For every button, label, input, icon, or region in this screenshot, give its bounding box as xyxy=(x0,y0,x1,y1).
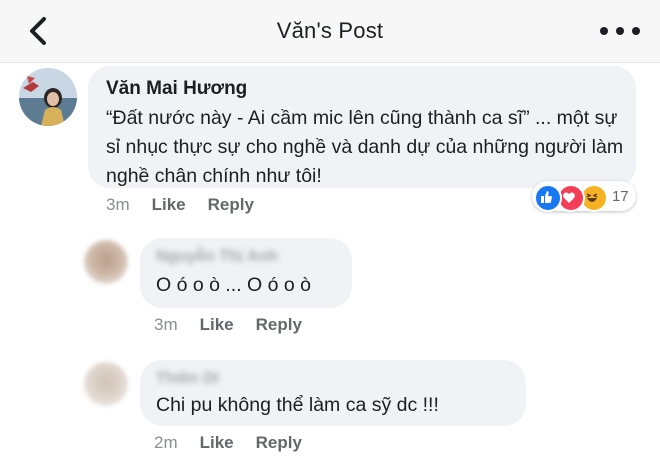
comment-author[interactable]: Nguyễn Thị Anh xyxy=(156,248,278,266)
like-button[interactable]: Like xyxy=(200,315,234,335)
comment-bubble[interactable]: Văn Mai Hương “Đất nước này - Ai cầm mic… xyxy=(88,66,636,188)
more-dot xyxy=(616,27,624,35)
comment-text: Chi pu không thể làm ca sỹ dc !!! xyxy=(156,394,439,416)
reactions-summary[interactable]: 17 xyxy=(532,181,636,212)
reaction-count: 17 xyxy=(612,188,629,205)
comment-text: “Đất nước này - Ai cầm mic lên cũng thàn… xyxy=(106,107,624,187)
comment-actions: 3m Like Reply xyxy=(154,315,324,335)
comment-bubble[interactable]: Nguyễn Thị Anh O ó o ò ... O ó o ò xyxy=(140,238,352,308)
top-bar: Văn's Post xyxy=(0,0,660,63)
comment-time[interactable]: 2m xyxy=(154,433,178,453)
comment-author[interactable]: Thiên Di xyxy=(156,370,219,388)
like-icon xyxy=(534,184,562,212)
avatar[interactable] xyxy=(19,68,77,126)
more-dot xyxy=(632,27,640,35)
comment-actions: 2m Like Reply xyxy=(154,433,324,453)
avatar[interactable] xyxy=(84,240,128,284)
like-button[interactable]: Like xyxy=(152,195,186,215)
comment-text: O ó o ò ... O ó o ò xyxy=(156,274,312,296)
reply-button[interactable]: Reply xyxy=(256,315,302,335)
like-button[interactable]: Like xyxy=(200,433,234,453)
reply-button[interactable]: Reply xyxy=(208,195,254,215)
comment-time[interactable]: 3m xyxy=(106,195,130,215)
comment-actions: 3m Like Reply xyxy=(106,195,276,215)
page-title: Văn's Post xyxy=(276,18,384,43)
more-dot xyxy=(600,27,608,35)
more-button[interactable] xyxy=(600,24,640,38)
comment-time[interactable]: 3m xyxy=(154,315,178,335)
comment-author[interactable]: Văn Mai Hương xyxy=(106,78,247,100)
comment-bubble[interactable]: Thiên Di Chi pu không thể làm ca sỹ dc !… xyxy=(140,360,526,426)
avatar[interactable] xyxy=(84,362,128,406)
avatar-photo xyxy=(19,68,77,126)
reply-button[interactable]: Reply xyxy=(256,433,302,453)
